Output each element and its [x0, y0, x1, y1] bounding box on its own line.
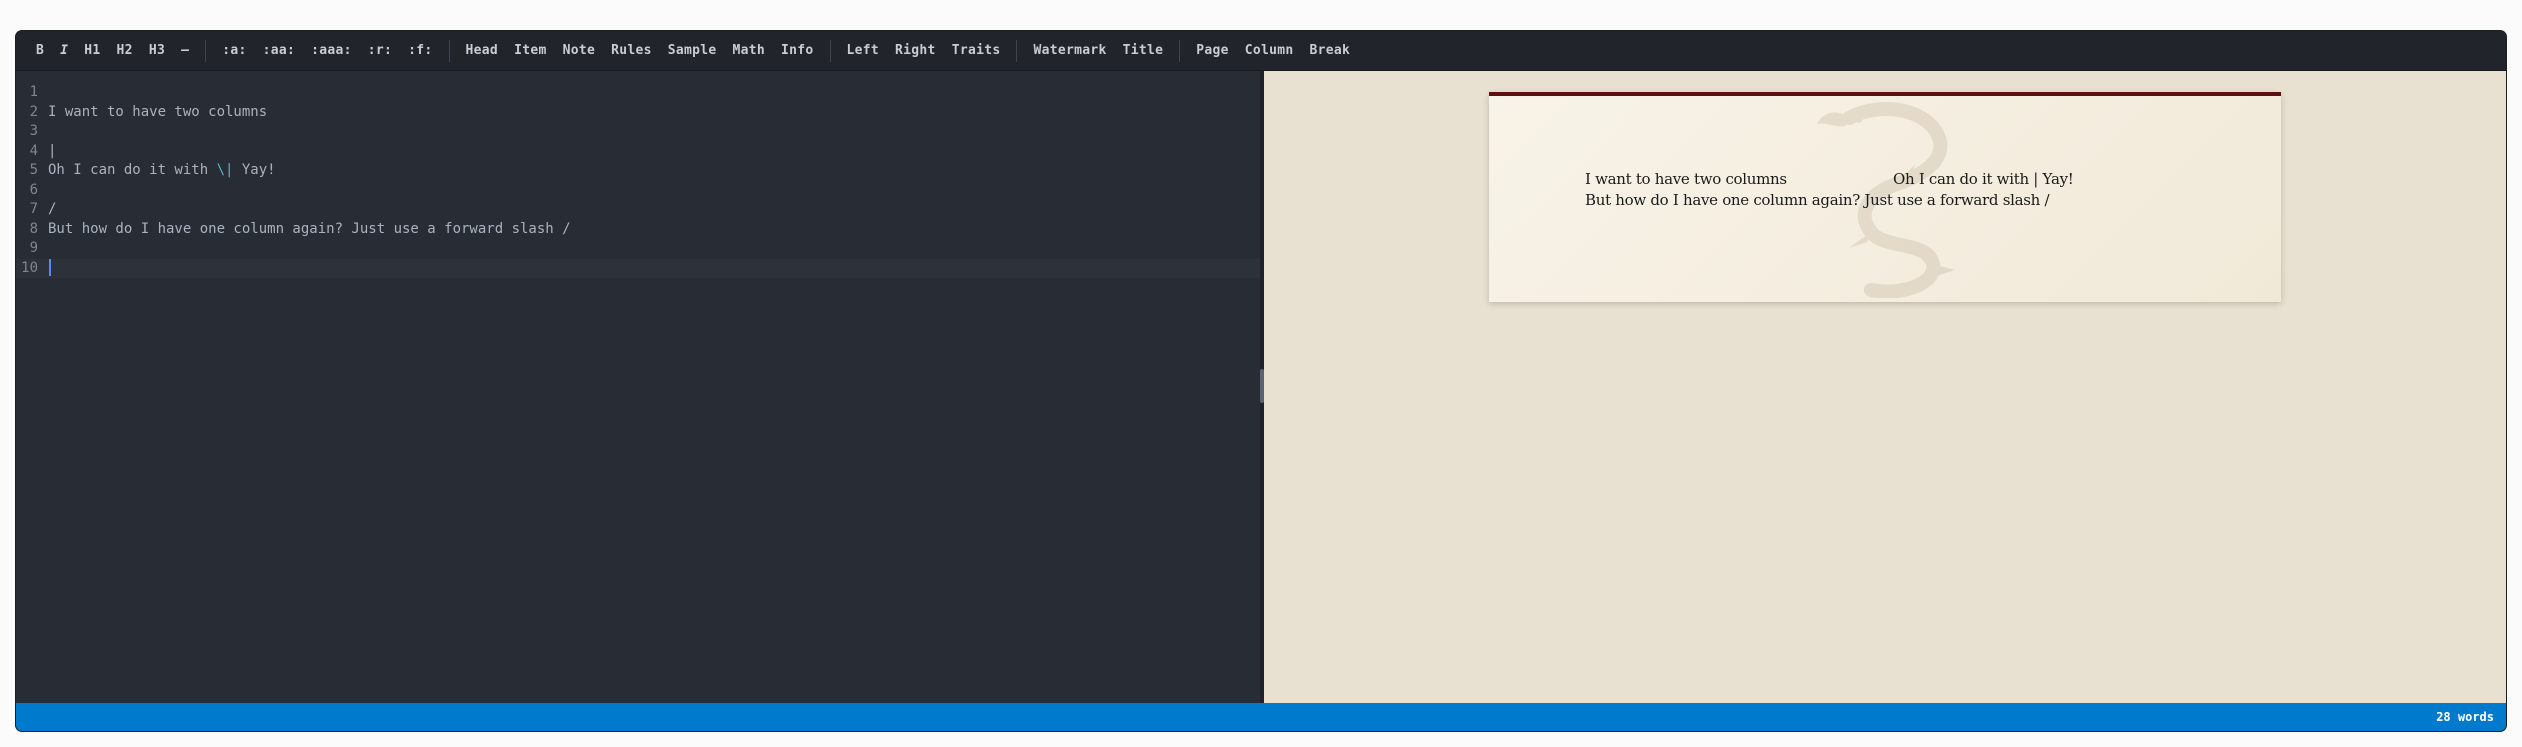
editor-line[interactable]: 8 But how do I have one column again? Ju… — [16, 220, 1260, 240]
heading2-button[interactable]: H2 — [109, 39, 141, 62]
line-text-after: Yay! — [233, 162, 276, 178]
column-button[interactable]: Column — [1237, 39, 1302, 62]
macro-r-button[interactable]: :r: — [360, 39, 400, 62]
page-top-rule — [1489, 92, 2281, 96]
head-button[interactable]: Head — [458, 39, 507, 62]
line-text: But how do I have one column again? Just… — [48, 220, 571, 237]
sample-button[interactable]: Sample — [660, 39, 725, 62]
toolbar-separator — [205, 39, 207, 62]
heading1-button[interactable]: H1 — [76, 39, 108, 62]
formatting-toolbar: B I H1 H2 H3 — :a: :aa: :aaa: :r: :f: He… — [16, 31, 2506, 71]
macro-f-button[interactable]: :f: — [400, 39, 440, 62]
line-number: 9 — [29, 240, 38, 256]
line-number: 6 — [29, 181, 38, 198]
preview-page: I want to have two columns Oh I can do i… — [1489, 92, 2281, 302]
line-text: I want to have two columns — [48, 103, 268, 120]
macro-aa-button[interactable]: :aa: — [255, 39, 304, 62]
escaped-pipe-token: \| — [216, 162, 234, 178]
word-count: 28 words — [2436, 710, 2494, 724]
traits-button[interactable]: Traits — [944, 39, 1009, 62]
toolbar-separator — [1016, 39, 1018, 62]
line-number: 3 — [29, 123, 38, 139]
macro-a-button[interactable]: :a: — [214, 39, 254, 62]
right-button[interactable]: Right — [887, 39, 944, 62]
bold-button[interactable]: B — [28, 39, 52, 62]
toolbar-separator — [1179, 39, 1181, 62]
preview-column-left: I want to have two columns — [1585, 170, 1787, 188]
preview-pane: I want to have two columns Oh I can do i… — [1264, 71, 2506, 703]
line-number: 8 — [29, 220, 38, 237]
text-cursor — [49, 259, 51, 276]
editor-line[interactable]: 5 Oh I can do it with \| Yay! — [16, 161, 1260, 181]
line-number: 1 — [29, 84, 38, 100]
left-button[interactable]: Left — [839, 39, 888, 62]
rules-button[interactable]: Rules — [603, 39, 660, 62]
info-button[interactable]: Info — [773, 39, 822, 62]
title-button[interactable]: Title — [1115, 39, 1172, 62]
editor-app: B I H1 H2 H3 — :a: :aa: :aaa: :r: :f: He… — [16, 31, 2506, 731]
toolbar-separator — [448, 39, 450, 62]
code-editor[interactable]: 1 2 I want to have two columns 3 4 | 5 O… — [16, 71, 1260, 703]
editor-line-active[interactable]: 10 — [16, 258, 1260, 279]
line-number: 10 — [21, 259, 38, 276]
editor-line[interactable]: 6 — [16, 181, 1260, 201]
horizontal-rule-button[interactable]: — — [173, 39, 197, 62]
line-text — [48, 259, 51, 279]
line-text: / — [48, 201, 57, 217]
line-text-before: Oh I can do it with — [48, 162, 217, 178]
line-number: 5 — [29, 162, 38, 178]
watermark-button[interactable]: Watermark — [1025, 39, 1114, 62]
line-text: Oh I can do it with \| Yay! — [48, 161, 276, 181]
preview-full-width-text: But how do I have one column again? Just… — [1585, 191, 2050, 209]
editor-line[interactable]: 3 — [16, 122, 1260, 142]
editor-line[interactable]: 1 — [16, 83, 1260, 103]
editor-line[interactable]: 9 — [16, 239, 1260, 259]
editor-line[interactable]: 7 / — [16, 200, 1260, 220]
line-text: | — [48, 142, 57, 159]
toolbar-separator — [829, 39, 831, 62]
page-button[interactable]: Page — [1188, 39, 1237, 62]
math-button[interactable]: Math — [725, 39, 774, 62]
status-bar: 28 words — [16, 703, 2506, 731]
macro-aaa-button[interactable]: :aaa: — [303, 39, 360, 62]
line-number: 7 — [29, 201, 38, 217]
item-button[interactable]: Item — [506, 39, 555, 62]
editor-line[interactable]: 2 I want to have two columns — [16, 103, 1260, 123]
italic-button[interactable]: I — [52, 39, 76, 62]
line-number: 4 — [29, 142, 38, 159]
note-button[interactable]: Note — [555, 39, 604, 62]
line-number: 2 — [29, 103, 38, 120]
editor-line[interactable]: 4 | — [16, 142, 1260, 162]
heading3-button[interactable]: H3 — [141, 39, 173, 62]
preview-column-right: Oh I can do it with | Yay! — [1893, 170, 2074, 188]
break-button[interactable]: Break — [1302, 39, 1359, 62]
